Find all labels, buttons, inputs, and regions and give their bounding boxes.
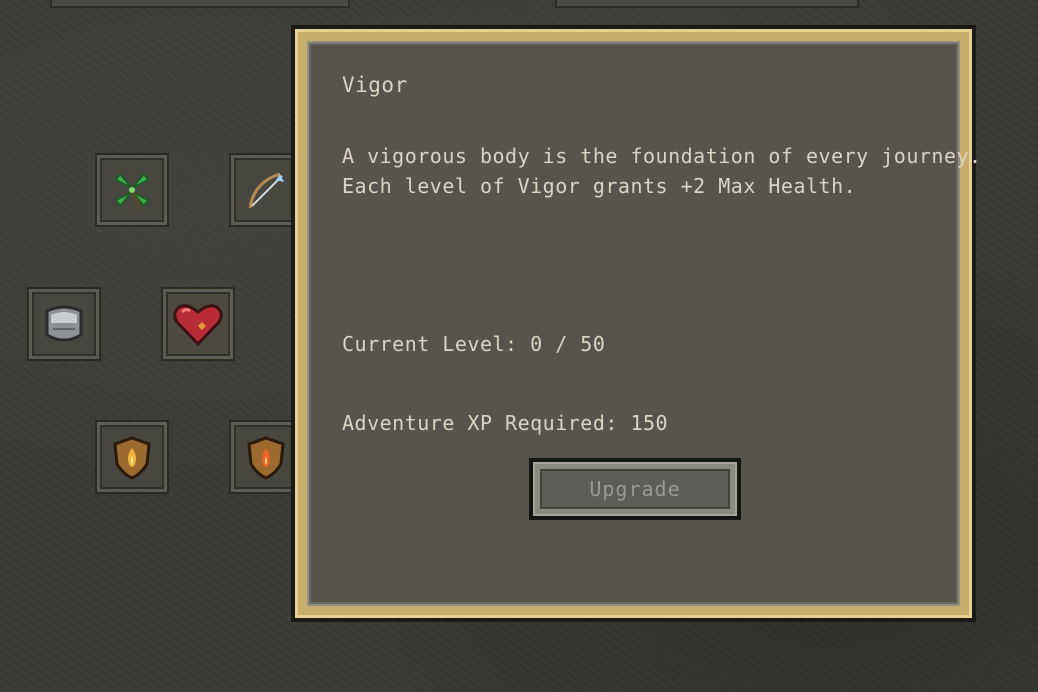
flame-shield-icon bbox=[247, 436, 285, 480]
upgrade-button-label: Upgrade bbox=[540, 469, 730, 509]
xp-required-text: Adventure XP Required: 150 bbox=[342, 411, 669, 435]
tooltip-gold-frame: Vigor A vigorous body is the foundation … bbox=[295, 29, 981, 618]
fire-shield-skill-node[interactable] bbox=[97, 422, 167, 492]
top-panel-edge bbox=[50, 0, 350, 8]
bow-arrow-icon bbox=[248, 172, 284, 209]
tooltip-content-area: Vigor A vigorous body is the foundation … bbox=[307, 41, 981, 606]
skill-description: A vigorous body is the foundation of eve… bbox=[342, 144, 982, 198]
vigor-skill-node[interactable] bbox=[163, 289, 233, 359]
flame-shield-icon bbox=[113, 436, 151, 480]
upgrade-button-rim: Upgrade bbox=[533, 462, 737, 516]
heart-icon bbox=[173, 304, 223, 347]
upgrade-button[interactable]: Upgrade bbox=[529, 458, 741, 520]
top-panel-edge bbox=[555, 0, 859, 8]
skill-title: Vigor bbox=[342, 73, 408, 97]
clover-skill-node[interactable] bbox=[97, 155, 167, 225]
skill-tooltip-panel: Vigor A vigorous body is the foundation … bbox=[291, 25, 981, 622]
four-leaf-clover-icon bbox=[114, 172, 150, 211]
current-level-text: Current Level: 0 / 50 bbox=[342, 332, 606, 356]
chestplate-icon bbox=[45, 305, 83, 342]
armor-skill-node[interactable] bbox=[29, 289, 99, 359]
